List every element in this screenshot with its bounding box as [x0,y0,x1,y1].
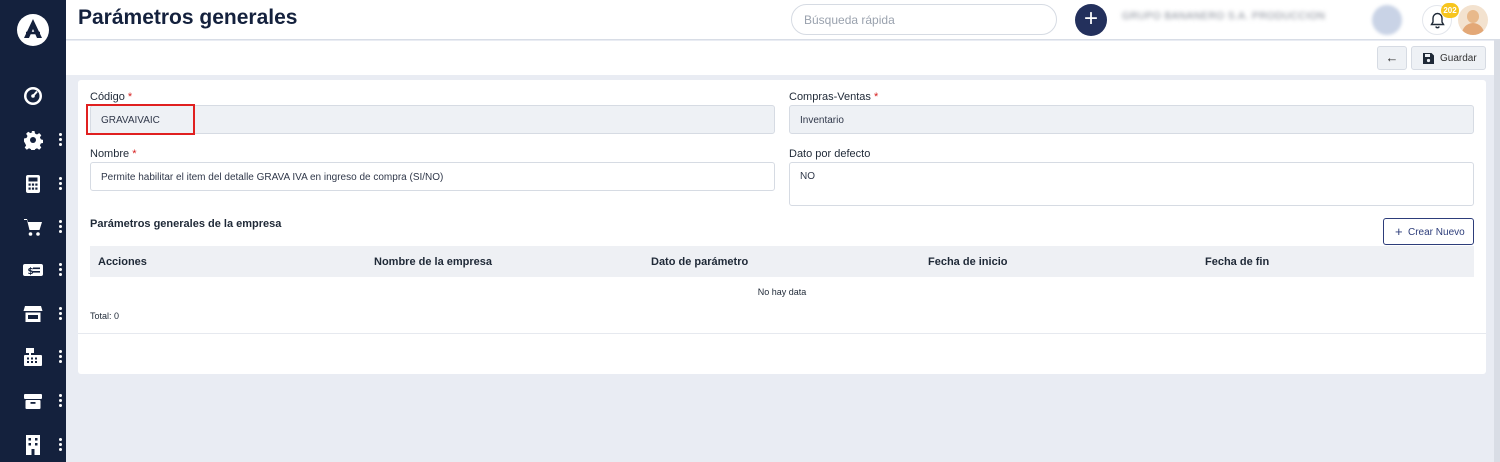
store-icon [23,304,43,324]
search-input[interactable] [791,4,1057,35]
create-new-button[interactable]: + Crear Nuevo [1383,218,1474,245]
cash-register-icon [23,347,43,367]
page-title: Parámetros generales [78,6,298,29]
user-avatar[interactable] [1458,5,1488,35]
nombre-label: Nombre * [90,148,137,160]
back-button[interactable]: ← [1377,46,1407,70]
column-header[interactable]: Fecha de inicio [928,256,1007,268]
sidebar: $ [0,0,66,462]
column-header[interactable]: Dato de parámetro [651,256,748,268]
sidebar-item-settings[interactable] [0,123,66,157]
more-icon[interactable] [59,220,63,234]
save-button[interactable]: Guardar [1411,46,1486,70]
sidebar-item-accounting[interactable] [0,167,66,201]
sidebar-item-company[interactable] [0,428,66,462]
more-icon[interactable] [59,350,63,364]
create-new-label: Crear Nuevo [1408,227,1465,238]
sidebar-item-store[interactable] [0,297,66,331]
more-icon[interactable] [59,307,63,321]
gear-icon [23,130,44,152]
top-header: Parámetros generales + GRUPO BANANERO S.… [66,0,1500,40]
company-selector[interactable]: GRUPO BANANERO S.A. PRODUCCION [1122,11,1367,27]
floppy-disk-icon [1423,53,1434,64]
sidebar-item-inventory[interactable] [0,384,66,418]
nombre-field[interactable]: Permite habilitar el item del detalle GR… [90,162,775,191]
more-icon[interactable] [59,133,63,147]
money-bill-icon: $ [23,260,43,280]
total-count: Total: 0 [90,311,120,321]
sidebar-item-dashboard[interactable] [0,79,66,113]
sidebar-item-sales[interactable]: $ [0,253,66,287]
codigo-label: Código * [90,91,133,103]
more-icon[interactable] [59,438,63,452]
save-button-label: Guardar [1440,53,1477,64]
app-logo[interactable] [17,14,49,46]
cart-icon [23,217,43,237]
action-toolbar: ← Guardar [66,41,1500,75]
table-header: Acciones Nombre de la empresa Dato de pa… [90,246,1474,277]
dato-por-defecto-textarea[interactable]: NO [789,162,1474,206]
calculator-icon [23,174,43,194]
plus-icon: + [1395,224,1403,239]
column-header[interactable]: Nombre de la empresa [374,256,492,268]
column-header[interactable]: Acciones [98,256,147,268]
notifications-badge: 202 [1441,3,1459,18]
divider [78,333,1486,334]
more-icon[interactable] [59,394,63,408]
highlight-box [86,104,195,135]
sidebar-item-purchases[interactable] [0,210,66,244]
sidebar-item-pos[interactable] [0,340,66,374]
building-icon [23,435,43,455]
dato-por-defecto-label: Dato por defecto [789,148,871,160]
compras-ventas-field[interactable]: Inventario [789,105,1474,134]
dashboard-icon [23,86,43,106]
column-header[interactable]: Fecha de fin [1205,256,1269,268]
more-icon[interactable] [59,177,63,191]
add-button[interactable]: + [1075,4,1107,36]
more-icon[interactable] [59,263,63,277]
svg-text:$: $ [28,267,34,277]
section-title: Parámetros generales de la empresa [90,218,282,230]
empty-state: No hay data [757,287,807,297]
compras-ventas-label: Compras-Ventas * [789,91,879,103]
scrollbar[interactable] [1494,40,1500,462]
company-avatar[interactable] [1372,5,1402,35]
form-card: Código * GRAVAIVAIC Compras-Ventas * Inv… [78,80,1486,374]
box-icon [23,391,43,411]
